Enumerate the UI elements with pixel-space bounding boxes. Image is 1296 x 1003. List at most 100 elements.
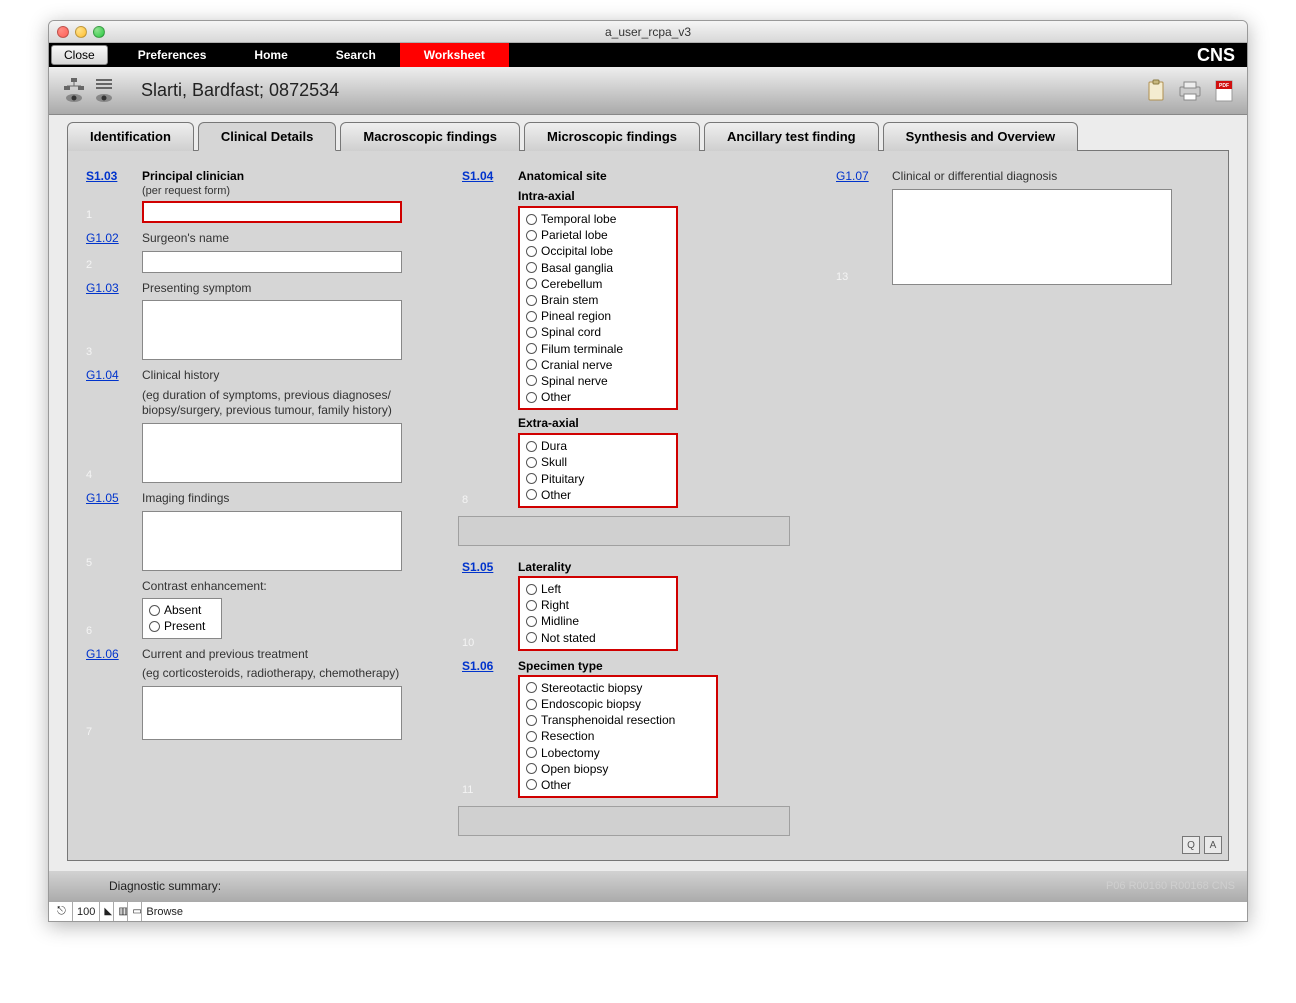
radio-laterality-right[interactable]: Right bbox=[526, 597, 670, 613]
radio-laterality-not-stated[interactable]: Not stated bbox=[526, 630, 670, 646]
pdf-export-icon[interactable]: PDF bbox=[1211, 78, 1237, 104]
input-principal-clinician[interactable] bbox=[142, 201, 402, 223]
radio-intra-label: Other bbox=[541, 389, 571, 405]
radio-intra-cerebellum[interactable]: Cerebellum bbox=[526, 276, 670, 292]
minimize-window-icon[interactable] bbox=[75, 26, 87, 38]
corner-q-button[interactable]: Q bbox=[1182, 836, 1200, 854]
patient-identifier: Slarti, Bardfast; 0872534 bbox=[141, 80, 339, 101]
radio-icon bbox=[526, 584, 537, 595]
clipboard-icon[interactable] bbox=[1143, 78, 1169, 104]
radio-group-specimen-type[interactable]: Stereotactic biopsyEndoscopic biopsyTran… bbox=[518, 675, 718, 798]
textarea-clinical-history[interactable] bbox=[142, 423, 402, 483]
radio-extra-other[interactable]: Other bbox=[526, 487, 670, 503]
radio-extra-label: Pituitary bbox=[541, 471, 584, 487]
status-zoom[interactable]: 100 bbox=[73, 902, 100, 921]
radio-specimen-lobectomy[interactable]: Lobectomy bbox=[526, 745, 710, 761]
close-button[interactable]: Close bbox=[51, 45, 108, 65]
view-list-icon[interactable] bbox=[89, 76, 119, 106]
radio-group-extra-axial[interactable]: DuraSkullPituitaryOther bbox=[518, 433, 678, 508]
window-titlebar: a_user_rcpa_v3 bbox=[49, 21, 1247, 43]
tab-microscopic-findings[interactable]: Microscopic findings bbox=[524, 122, 700, 151]
app-window: a_user_rcpa_v3 Close Preferences Home Se… bbox=[48, 20, 1248, 922]
radio-intra-cranial-nerve[interactable]: Cranial nerve bbox=[526, 357, 670, 373]
radio-extra-pituitary[interactable]: Pituitary bbox=[526, 471, 670, 487]
radio-laterality-midline[interactable]: Midline bbox=[526, 613, 670, 629]
specimen-type-other-field[interactable] bbox=[458, 806, 790, 836]
status-icon-1[interactable]: ◣ bbox=[100, 902, 114, 921]
radio-specimen-endoscopic-biopsy[interactable]: Endoscopic biopsy bbox=[526, 696, 710, 712]
radio-icon bbox=[526, 632, 537, 643]
code-s1-03[interactable]: S1.03 bbox=[86, 169, 132, 183]
textarea-imaging-findings[interactable] bbox=[142, 511, 402, 571]
code-s1-05[interactable]: S1.05 bbox=[462, 560, 508, 574]
input-surgeons-name[interactable] bbox=[142, 251, 402, 273]
status-icon-2[interactable]: ▥ bbox=[114, 902, 128, 921]
status-icon-3[interactable]: ▭ bbox=[128, 902, 142, 921]
menu-preferences[interactable]: Preferences bbox=[114, 43, 231, 67]
radio-contrast-enhancement[interactable]: Absent Present bbox=[142, 598, 222, 638]
menu-worksheet[interactable]: Worksheet bbox=[400, 43, 509, 67]
radio-extra-skull[interactable]: Skull bbox=[526, 454, 670, 470]
header-bar: Slarti, Bardfast; 0872534 PDF bbox=[49, 67, 1247, 115]
radio-specimen-transphenoidal-resection[interactable]: Transphenoidal resection bbox=[526, 712, 710, 728]
radio-laterality-label: Left bbox=[541, 581, 561, 597]
tab-macroscopic-findings[interactable]: Macroscopic findings bbox=[340, 122, 520, 151]
index-4: 4 bbox=[86, 469, 92, 481]
radio-present[interactable]: Present bbox=[149, 618, 215, 634]
form-canvas: S1.03 Principal clinician (per request f… bbox=[67, 150, 1229, 861]
radio-specimen-resection[interactable]: Resection bbox=[526, 728, 710, 744]
textarea-differential-diagnosis[interactable] bbox=[892, 189, 1172, 285]
tab-synthesis-overview[interactable]: Synthesis and Overview bbox=[883, 122, 1079, 151]
code-g1-06[interactable]: G1.06 bbox=[86, 647, 132, 661]
tab-identification[interactable]: Identification bbox=[67, 122, 194, 151]
radio-specimen-label: Other bbox=[541, 777, 571, 793]
tab-ancillary-test-finding[interactable]: Ancillary test finding bbox=[704, 122, 879, 151]
code-g1-04[interactable]: G1.04 bbox=[86, 368, 132, 382]
radio-icon bbox=[526, 489, 537, 500]
radio-icon bbox=[526, 682, 537, 693]
code-s1-06[interactable]: S1.06 bbox=[462, 659, 508, 673]
radio-intra-temporal-lobe[interactable]: Temporal lobe bbox=[526, 211, 670, 227]
code-g1-05[interactable]: G1.05 bbox=[86, 491, 132, 505]
radio-icon bbox=[526, 230, 537, 241]
code-g1-03[interactable]: G1.03 bbox=[86, 281, 132, 295]
code-g1-07[interactable]: G1.07 bbox=[836, 169, 882, 183]
code-s1-04[interactable]: S1.04 bbox=[462, 169, 508, 183]
radio-laterality-left[interactable]: Left bbox=[526, 581, 670, 597]
radio-group-laterality[interactable]: LeftRightMidlineNot stated bbox=[518, 576, 678, 651]
radio-intra-basal-ganglia[interactable]: Basal ganglia bbox=[526, 260, 670, 276]
radio-extra-dura[interactable]: Dura bbox=[526, 438, 670, 454]
radio-icon bbox=[526, 343, 537, 354]
tab-clinical-details[interactable]: Clinical Details bbox=[198, 122, 336, 151]
textarea-presenting-symptom[interactable] bbox=[142, 300, 402, 360]
radio-intra-occipital-lobe[interactable]: Occipital lobe bbox=[526, 243, 670, 259]
radio-intra-other[interactable]: Other bbox=[526, 389, 670, 405]
radio-specimen-open-biopsy[interactable]: Open biopsy bbox=[526, 761, 710, 777]
code-g1-02[interactable]: G1.02 bbox=[86, 231, 132, 245]
radio-icon bbox=[526, 441, 537, 452]
printer-icon[interactable] bbox=[1177, 78, 1203, 104]
radio-intra-brain-stem[interactable]: Brain stem bbox=[526, 292, 670, 308]
status-nav-icon[interactable]: ⎋ bbox=[51, 902, 73, 921]
textarea-treatment[interactable] bbox=[142, 686, 402, 740]
zoom-window-icon[interactable] bbox=[93, 26, 105, 38]
radio-specimen-other[interactable]: Other bbox=[526, 777, 710, 793]
radio-group-intra-axial[interactable]: Temporal lobeParietal lobeOccipital lobe… bbox=[518, 206, 678, 410]
sublabel-per-request-form: (per request form) bbox=[142, 185, 438, 197]
radio-intra-spinal-nerve[interactable]: Spinal nerve bbox=[526, 373, 670, 389]
radio-intra-label: Spinal nerve bbox=[541, 373, 608, 389]
menu-search[interactable]: Search bbox=[312, 43, 400, 67]
anatomical-site-other-field[interactable] bbox=[458, 516, 790, 546]
radio-specimen-stereotactic-biopsy[interactable]: Stereotactic biopsy bbox=[526, 680, 710, 696]
radio-intra-pineal-region[interactable]: Pineal region bbox=[526, 308, 670, 324]
radio-intra-spinal-cord[interactable]: Spinal cord bbox=[526, 324, 670, 340]
radio-intra-label: Pineal region bbox=[541, 308, 611, 324]
corner-a-button[interactable]: A bbox=[1204, 836, 1222, 854]
view-tree-icon[interactable] bbox=[59, 76, 89, 106]
radio-icon bbox=[526, 715, 537, 726]
close-window-icon[interactable] bbox=[57, 26, 69, 38]
radio-absent[interactable]: Absent bbox=[149, 602, 215, 618]
radio-intra-parietal-lobe[interactable]: Parietal lobe bbox=[526, 227, 670, 243]
radio-intra-filum-terminale[interactable]: Filum terminale bbox=[526, 341, 670, 357]
menu-home[interactable]: Home bbox=[230, 43, 311, 67]
